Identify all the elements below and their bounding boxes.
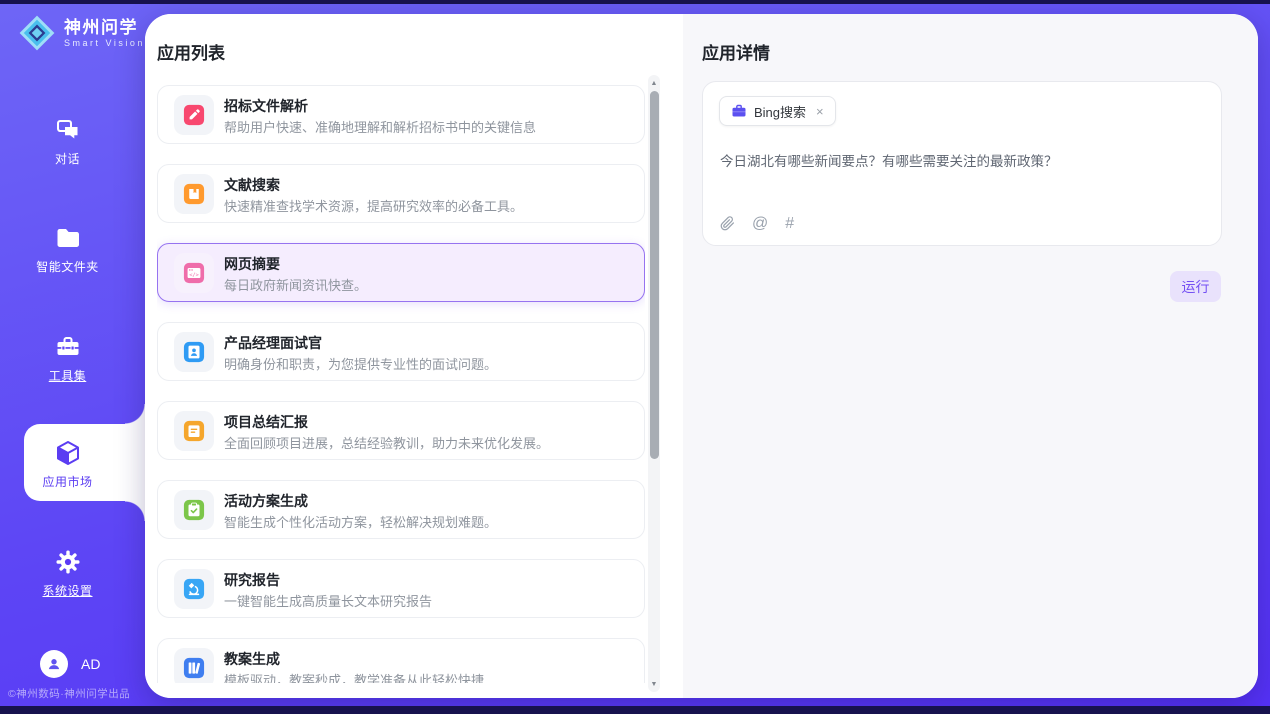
main-content: 应用列表 招标文件解析 帮助用户快速、准确地理解和解析招标书中的关键信息 [145, 14, 1258, 698]
app-detail-title: 应用详情 [702, 39, 770, 64]
run-button[interactable]: 运行 [1170, 271, 1221, 302]
app-list-scrollbar[interactable]: ▲ ▼ [648, 75, 660, 692]
app-card-list: 招标文件解析 帮助用户快速、准确地理解和解析招标书中的关键信息 文献搜索 快速精… [157, 85, 645, 683]
app-card-title: 教案生成 [224, 649, 280, 669]
app-card-pm-interviewer[interactable]: 产品经理面试官 明确身份和职责，为您提供专业性的面试问题。 [157, 322, 645, 381]
avatar [40, 650, 68, 678]
app-card-title: 网页摘要 [224, 254, 280, 274]
brand-subtitle: Smart Vision [64, 38, 145, 48]
svg-text:</>: </> [189, 273, 199, 279]
sidebar-item-toolset[interactable]: 工具集 [0, 333, 135, 384]
sidebar-item-smart-folder[interactable]: 智能文件夹 [0, 224, 135, 275]
sidebar-item-app-market[interactable]: 应用市场 [0, 439, 135, 490]
scrollbar-up-arrow[interactable]: ▲ [648, 76, 660, 90]
app-list-title: 应用列表 [157, 39, 225, 64]
browser-code-icon: </> [174, 253, 214, 293]
app-list-panel: 应用列表 招标文件解析 帮助用户快速、准确地理解和解析招标书中的关键信息 [145, 14, 683, 698]
app-card-bid-analysis[interactable]: 招标文件解析 帮助用户快速、准确地理解和解析招标书中的关键信息 [157, 85, 645, 144]
sidebar-item-label: 系统设置 [42, 582, 92, 599]
user-account[interactable]: AD [40, 650, 100, 678]
diamond-gem-icon [18, 14, 56, 52]
app-card-title: 活动方案生成 [224, 491, 308, 511]
app-card-web-summary[interactable]: </> 网页摘要 每日政府新闻资讯快查。 [157, 243, 645, 302]
sidebar-item-chat[interactable]: 对话 [0, 116, 135, 167]
scrollbar-down-arrow[interactable]: ▼ [648, 677, 660, 691]
app-detail-panel: 应用详情 Bing搜索 × 今日湖北有哪些新闻要点？有哪些需要关注的最新政策？ … [683, 14, 1258, 698]
sidebar: 神州问学 Smart Vision 对话 智能文件夹 工具集 [0, 4, 145, 706]
notepad-icon [174, 411, 214, 451]
clipboard-check-icon [174, 490, 214, 530]
window-frame-top [0, 0, 1270, 4]
editor-toolbar: @ # [720, 215, 794, 232]
app-card-research-report[interactable]: 研究报告 一键智能生成高质量长文本研究报告 [157, 559, 645, 618]
query-text[interactable]: 今日湖北有哪些新闻要点？有哪些需要关注的最新政策？ [720, 152, 1205, 172]
cube-icon [54, 439, 82, 467]
prompt-editor-card[interactable]: Bing搜索 × 今日湖北有哪些新闻要点？有哪些需要关注的最新政策？ @ # [702, 81, 1222, 246]
sidebar-item-label: 对话 [55, 150, 80, 167]
app-card-desc: 全面回顾项目进展，总结经验教训，助力未来优化发展。 [224, 433, 549, 452]
toolbox-icon [54, 333, 82, 361]
person-icon [45, 655, 63, 673]
brand-name: 神州问学 [64, 18, 145, 38]
chip-close-icon[interactable]: × [816, 104, 824, 119]
edit-square-icon [174, 95, 214, 135]
tool-chip-label: Bing搜索 [754, 102, 806, 121]
app-card-desc: 模板驱动，教案秒成，教学准备从此轻松快捷 [224, 670, 484, 683]
copyright-text: ©神州数码·神州问学出品 [8, 686, 130, 701]
folder-icon [54, 224, 82, 252]
scrollbar-thumb[interactable] [650, 91, 659, 459]
tool-chip-bing-search[interactable]: Bing搜索 × [719, 96, 836, 126]
app-card-event-plan[interactable]: 活动方案生成 智能生成个性化活动方案，轻松解决规划难题。 [157, 480, 645, 539]
app-card-desc: 一键智能生成高质量长文本研究报告 [224, 591, 432, 610]
chat-bubbles-icon [54, 116, 82, 144]
microscope-icon [174, 569, 214, 609]
app-card-desc: 明确身份和职责，为您提供专业性的面试问题。 [224, 354, 497, 373]
window-frame-bottom [0, 706, 1270, 714]
brand-logo: 神州问学 Smart Vision [18, 14, 145, 52]
app-card-title: 文献搜索 [224, 175, 280, 195]
sidebar-item-label: 应用市场 [42, 473, 92, 490]
app-card-title: 招标文件解析 [224, 96, 308, 116]
paperclip-icon[interactable] [720, 215, 735, 232]
app-card-lesson-plan[interactable]: 教案生成 模板驱动，教案秒成，教学准备从此轻松快捷 [157, 638, 645, 683]
app-card-desc: 每日政府新闻资讯快查。 [224, 275, 367, 294]
active-nav-fillet-bottom [125, 501, 145, 521]
briefcase-icon [731, 103, 747, 119]
app-card-desc: 帮助用户快速、准确地理解和解析招标书中的关键信息 [224, 117, 536, 136]
app-card-desc: 智能生成个性化活动方案，轻松解决规划难题。 [224, 512, 497, 531]
book-icon [174, 174, 214, 214]
app-card-title: 研究报告 [224, 570, 280, 590]
app-card-desc: 快速精准查找学术资源，提高研究效率的必备工具。 [224, 196, 523, 215]
topic-icon[interactable]: # [785, 216, 794, 232]
person-document-icon [174, 332, 214, 372]
app-card-title: 产品经理面试官 [224, 333, 322, 353]
app-card-literature-search[interactable]: 文献搜索 快速精准查找学术资源，提高研究效率的必备工具。 [157, 164, 645, 223]
books-icon [174, 648, 214, 683]
gear-icon [54, 548, 82, 576]
sidebar-item-system-settings[interactable]: 系统设置 [0, 548, 135, 599]
active-nav-fillet-top [125, 404, 145, 424]
sidebar-item-label: 智能文件夹 [36, 258, 99, 275]
mention-icon[interactable]: @ [752, 216, 768, 232]
app-card-title: 项目总结汇报 [224, 412, 308, 432]
sidebar-item-label: 工具集 [49, 367, 87, 384]
user-name: AD [81, 656, 100, 672]
app-card-project-summary[interactable]: 项目总结汇报 全面回顾项目进展，总结经验教训，助力未来优化发展。 [157, 401, 645, 460]
